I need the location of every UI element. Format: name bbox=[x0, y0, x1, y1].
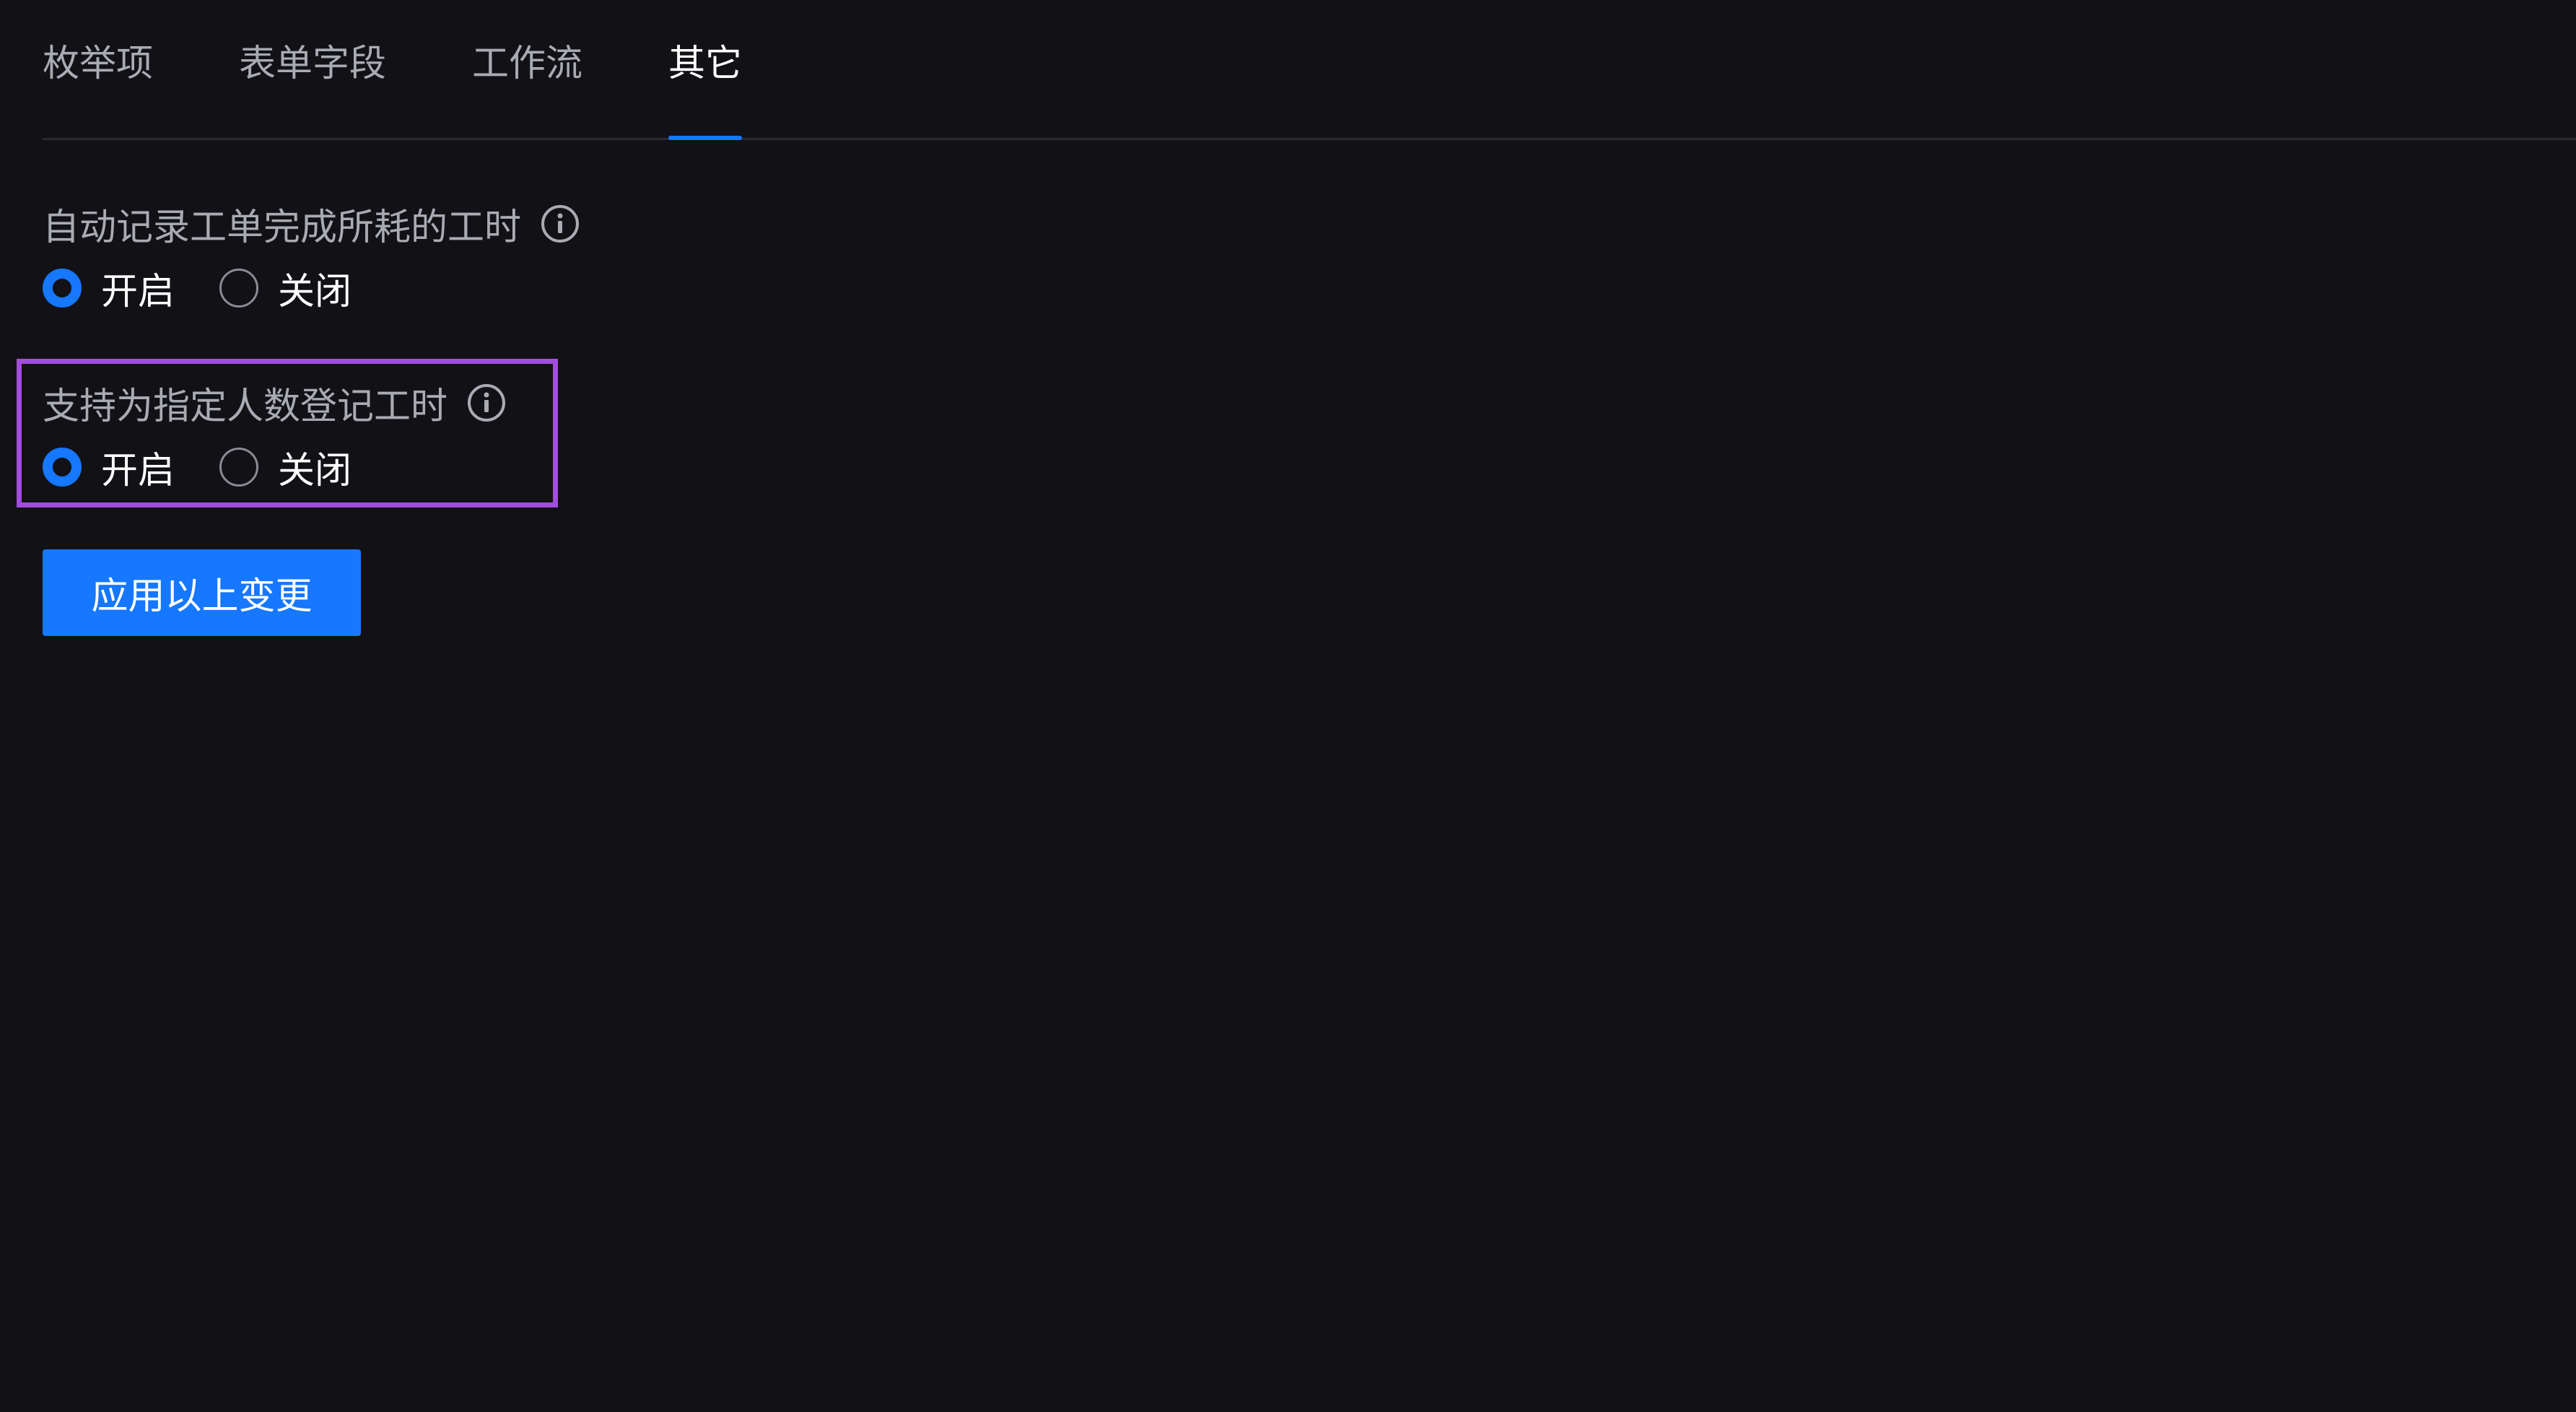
setting-auto-record-hours: 自动记录工单完成所耗的工时 开启 关闭 bbox=[43, 195, 580, 319]
radio-group: 开启 关闭 bbox=[43, 436, 507, 498]
info-circle-icon[interactable] bbox=[540, 204, 580, 244]
setting-title-text: 支持为指定人数登记工时 bbox=[43, 385, 448, 428]
radio-label: 关闭 bbox=[278, 450, 352, 492]
radio-option-off[interactable]: 关闭 bbox=[219, 261, 352, 315]
radio-option-off[interactable]: 关闭 bbox=[219, 440, 352, 494]
radio-unchecked-icon[interactable] bbox=[219, 269, 259, 308]
tab-label: 枚举项 bbox=[43, 42, 154, 85]
setting-title: 支持为指定人数登记工时 bbox=[43, 374, 507, 432]
tab-enum-items[interactable]: 枚举项 bbox=[43, 0, 153, 138]
radio-checked-icon[interactable] bbox=[43, 269, 82, 308]
setting-title-text: 自动记录工单完成所耗的工时 bbox=[43, 206, 522, 249]
apply-changes-button[interactable]: 应用以上变更 bbox=[43, 549, 361, 636]
radio-unchecked-icon[interactable] bbox=[219, 448, 259, 487]
tab-label: 表单字段 bbox=[239, 42, 387, 85]
settings-page: 枚举项 表单字段 工作流 其它 自动记录工单完成所耗的工时 开启 关闭 支持为指… bbox=[0, 0, 2576, 1412]
radio-label: 开启 bbox=[101, 271, 175, 313]
radio-group: 开启 关闭 bbox=[43, 257, 580, 319]
tab-label: 工作流 bbox=[472, 42, 583, 85]
radio-option-on[interactable]: 开启 bbox=[43, 440, 175, 494]
radio-option-on[interactable]: 开启 bbox=[43, 261, 175, 315]
setting-specified-headcount-hours: 支持为指定人数登记工时 开启 关闭 bbox=[43, 374, 507, 498]
tab-label: 其它 bbox=[668, 42, 743, 85]
setting-title: 自动记录工单完成所耗的工时 bbox=[43, 195, 580, 253]
tab-other[interactable]: 其它 bbox=[668, 0, 743, 140]
tab-form-fields[interactable]: 表单字段 bbox=[239, 0, 386, 138]
radio-label: 关闭 bbox=[278, 271, 352, 313]
tab-bar: 枚举项 表单字段 工作流 其它 bbox=[43, 0, 2576, 140]
radio-checked-icon[interactable] bbox=[43, 448, 82, 487]
radio-label: 开启 bbox=[101, 450, 175, 492]
tab-workflow[interactable]: 工作流 bbox=[472, 0, 582, 138]
info-circle-icon[interactable] bbox=[466, 383, 507, 423]
